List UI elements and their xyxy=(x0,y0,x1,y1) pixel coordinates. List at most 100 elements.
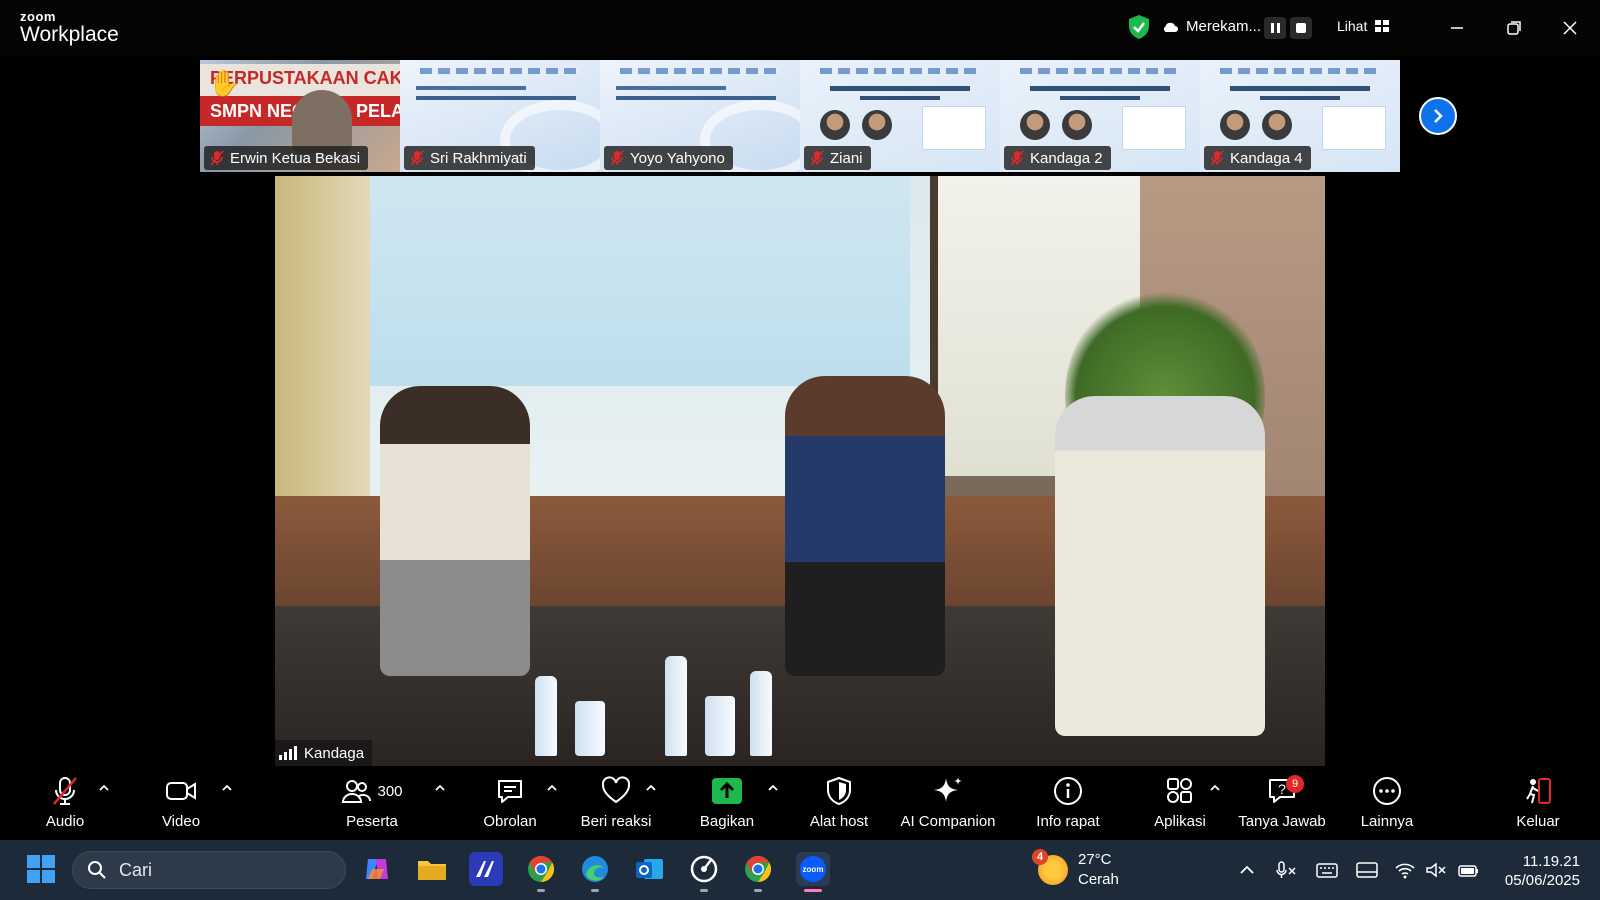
next-page-button[interactable] xyxy=(1419,97,1457,135)
share-screen-icon xyxy=(712,778,742,804)
recording-label: Merekam... xyxy=(1186,18,1262,35)
share-options-caret-icon[interactable] xyxy=(767,783,779,793)
close-icon xyxy=(1563,21,1577,35)
chrome-icon xyxy=(528,855,555,883)
meeting-info-button[interactable]: Info rapat xyxy=(1018,775,1118,830)
qa-button[interactable]: ? Tanya Jawab xyxy=(1232,775,1332,830)
participant-tile[interactable]: Sri Rakhmiyati xyxy=(400,60,600,172)
share-label: Bagikan xyxy=(699,813,755,830)
keyboard-icon xyxy=(1316,863,1338,878)
close-button[interactable] xyxy=(1556,14,1584,42)
display-tray[interactable] xyxy=(1356,859,1378,881)
file-explorer-app[interactable] xyxy=(415,852,449,886)
leave-icon xyxy=(1526,778,1551,804)
cloud-icon xyxy=(1163,22,1178,32)
ai-companion-button[interactable]: AI Companion xyxy=(889,775,1007,830)
participant-name: Sri Rakhmiyati xyxy=(430,149,527,167)
app-launcher[interactable] xyxy=(469,852,503,886)
keyboard-tray[interactable] xyxy=(1316,859,1338,881)
reactions-label: Beri reaksi xyxy=(580,813,652,830)
active-speaker-video[interactable]: Kandaga xyxy=(275,176,1325,766)
qa-notification-badge: 9 xyxy=(1286,775,1304,793)
participant-nametag: Kandaga 4 xyxy=(1204,146,1311,170)
svg-text:?: ? xyxy=(1278,781,1286,797)
clock-time: 11.19.21 xyxy=(1522,853,1580,870)
video-options-caret-icon[interactable] xyxy=(221,783,233,793)
qa-label: Tanya Jawab xyxy=(1238,813,1326,830)
participant-name: Yoyo Yahyono xyxy=(630,149,725,167)
stop-recording-button[interactable] xyxy=(1290,17,1312,39)
restore-icon xyxy=(1507,21,1521,35)
share-button[interactable]: Bagikan xyxy=(677,775,777,830)
search-placeholder: Cari xyxy=(119,859,153,880)
edge-app[interactable] xyxy=(578,852,612,892)
more-button[interactable]: Lainnya xyxy=(1337,775,1437,830)
weather-temp: 27°C xyxy=(1078,851,1112,868)
apps-options-caret-icon[interactable] xyxy=(1209,783,1221,793)
participant-nametag: Ziani xyxy=(804,146,871,170)
audio-options-caret-icon[interactable] xyxy=(98,783,110,793)
wifi-icon xyxy=(1395,863,1415,879)
reactions-options-caret-icon[interactable] xyxy=(645,783,657,793)
volume-tray[interactable] xyxy=(1425,859,1447,881)
zoom-app[interactable]: zoom xyxy=(796,852,830,892)
system-clock[interactable]: 11.19.21 05/06/2025 xyxy=(1494,852,1580,890)
participant-nametag: Sri Rakhmiyati xyxy=(404,146,535,170)
connection-strength-icon xyxy=(279,746,297,760)
minimize-button[interactable] xyxy=(1443,14,1471,42)
grid-icon xyxy=(1375,20,1390,32)
show-hidden-icons-button[interactable] xyxy=(1236,859,1258,881)
brand-small: zoom xyxy=(20,9,56,24)
edge-icon xyxy=(582,856,608,882)
shield-icon xyxy=(827,776,851,806)
network-tray[interactable] xyxy=(1394,859,1416,881)
chat-options-caret-icon[interactable] xyxy=(546,783,558,793)
muted-mic-icon xyxy=(610,150,624,166)
participants-count: 300 xyxy=(377,782,403,800)
meeting-info-label: Info rapat xyxy=(1036,813,1100,830)
app-icon xyxy=(476,861,494,877)
zoom-logo: zoom Workplace xyxy=(20,10,119,45)
recording-status[interactable]: Merekam... xyxy=(1162,18,1261,35)
participants-label: Peserta xyxy=(346,813,398,830)
brand-large: Workplace xyxy=(20,23,119,46)
participant-tile[interactable]: Ziani xyxy=(800,60,1000,172)
view-button[interactable]: Lihat xyxy=(1337,18,1390,34)
restore-button[interactable] xyxy=(1500,14,1528,42)
search-icon xyxy=(88,861,106,879)
clock-date: 05/06/2025 xyxy=(1504,872,1580,889)
participants-button[interactable]: 300 Peserta xyxy=(322,775,422,830)
leave-button[interactable]: Keluar xyxy=(1488,775,1588,830)
outlook-app[interactable] xyxy=(632,852,666,886)
participants-options-caret-icon[interactable] xyxy=(434,783,446,793)
chevron-right-icon xyxy=(1434,109,1443,123)
chrome-icon xyxy=(745,855,772,883)
mic-tray[interactable] xyxy=(1275,859,1297,881)
encryption-shield-icon[interactable] xyxy=(1127,14,1151,40)
chrome-profile-app[interactable] xyxy=(741,852,775,892)
start-button[interactable] xyxy=(27,855,55,883)
participants-icon xyxy=(342,780,372,803)
camera-icon xyxy=(166,782,196,800)
sparkle-icon xyxy=(934,777,962,802)
copilot-app[interactable] xyxy=(360,852,394,886)
participant-tile[interactable]: Yoyo Yahyono xyxy=(600,60,800,172)
participant-tile[interactable]: PERPUSTAKAAN CAKEP SMPN NEGERI 1 PELATA … xyxy=(200,60,400,172)
host-tools-button[interactable]: Alat host xyxy=(789,775,889,830)
weather-widget[interactable]: 4 27°C Cerah xyxy=(1032,849,1119,890)
chrome-app[interactable] xyxy=(524,852,558,892)
chat-button[interactable]: Obrolan xyxy=(460,775,560,830)
minimize-icon xyxy=(1451,27,1463,29)
participant-tile[interactable]: Kandaga 2 xyxy=(1000,60,1200,172)
more-icon xyxy=(1373,777,1401,805)
media-app[interactable] xyxy=(687,852,721,892)
video-button[interactable]: Video xyxy=(131,775,231,830)
battery-tray[interactable] xyxy=(1458,859,1480,881)
participant-tile[interactable]: Kandaga 4 xyxy=(1200,60,1400,172)
os-taskbar: Cari zoom 4 27°C Cerah 11.19.21 05/06/20… xyxy=(0,840,1600,900)
speaker-name: Kandaga xyxy=(304,744,365,762)
taskbar-search[interactable]: Cari xyxy=(72,851,346,889)
pause-recording-button[interactable] xyxy=(1264,17,1286,39)
copilot-icon xyxy=(366,859,388,879)
volume-muted-icon xyxy=(1426,862,1446,878)
